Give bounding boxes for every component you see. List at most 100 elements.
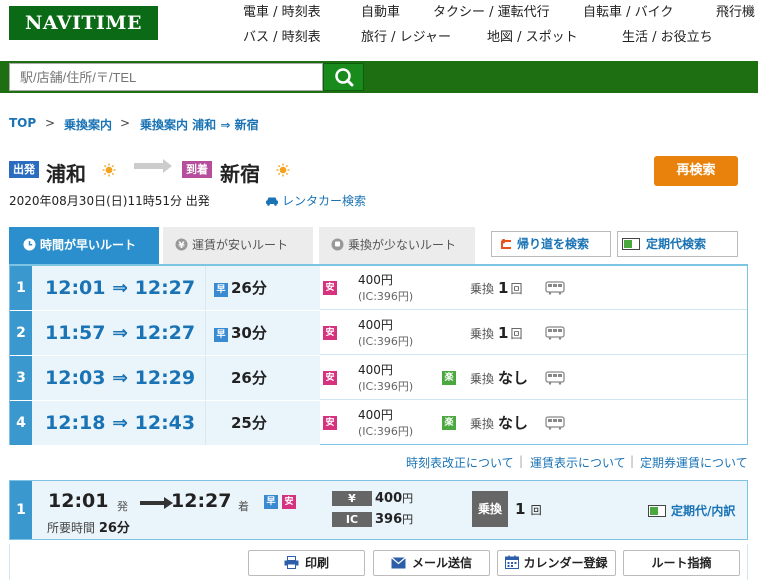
tab-cheapest-label: 運賃が安いルート — [192, 238, 289, 252]
svg-text:¥: ¥ — [178, 241, 185, 251]
send-mail-button[interactable]: メール送信 — [373, 550, 490, 576]
route-number: 1 — [10, 266, 32, 310]
required-time-label: 所要時間 — [47, 521, 96, 535]
send-mail-label: メール送信 — [411, 556, 472, 570]
breadcrumb-transfer[interactable]: 乗換案内 — [64, 116, 112, 133]
clock-icon — [23, 238, 36, 251]
cheap-badge: 安 — [323, 416, 337, 430]
train-car-icon — [545, 326, 565, 340]
navitime-logo[interactable]: NAVITIME — [9, 6, 158, 40]
nav-taxi[interactable]: タクシー / 運転代行 — [433, 5, 550, 21]
train-icon — [331, 238, 344, 251]
route-row[interactable]: 1 12:01 ⇒ 12:27 早 26分 安 400円 (IC:396円) 乗換 1… — [10, 266, 747, 310]
departure-station: 浦和 — [46, 162, 86, 186]
rental-car-link[interactable]: レンタカー検索 — [265, 192, 366, 209]
commuter-pass-label: 定期代検索 — [646, 237, 707, 251]
search-input[interactable] — [9, 63, 323, 91]
yen-icon: ¥ — [175, 238, 188, 251]
ic-fare-value: 396 — [375, 512, 403, 527]
easy-badge: 楽 — [442, 371, 456, 385]
tab-fastest[interactable]: 時間が早いルート — [9, 227, 159, 264]
tab-fewest-label: 乗換が少ないルート — [348, 238, 457, 252]
timetable-revision-link[interactable]: 時刻表改正について — [406, 454, 514, 471]
site-header: NAVITIME 電車 / 時刻表 自動車 タクシー / 運転代行 自転車 / … — [0, 0, 758, 58]
breadcrumb-separator: > — [45, 116, 56, 130]
arrival-station: 新宿 — [220, 162, 260, 186]
route-ic-fare: (IC:396円) — [358, 290, 414, 303]
selected-arrival-time: 12:27 — [171, 490, 232, 512]
route-duration-cell: 早 26分 — [205, 266, 320, 310]
return-route-label: 帰り道を検索 — [517, 237, 590, 251]
commuter-fare-link[interactable]: 定期券運賃について — [640, 454, 748, 471]
nav-life[interactable]: 生活 / お役立ち — [622, 30, 713, 46]
departure-suffix: 発 — [117, 500, 128, 513]
report-route-button[interactable]: ルート指摘 — [623, 550, 740, 576]
easy-badge: 楽 — [442, 416, 456, 430]
transfer-count: 1 回 — [515, 500, 542, 518]
rental-car-label: レンタカー検索 — [282, 194, 367, 208]
commuter-pass-button[interactable]: 定期代検索 — [617, 231, 738, 257]
search-button[interactable] — [323, 63, 364, 91]
route-transfers: 乗換 1 回 — [470, 266, 522, 310]
route-row[interactable]: 3 12:03 ⇒ 12:29 26分 安 400円 (IC:396円) 楽 乗換… — [10, 356, 747, 400]
nav-bicycle[interactable]: 自転車 / バイク — [583, 5, 673, 21]
nav-train[interactable]: 電車 / 時刻表 — [243, 5, 321, 21]
notes-separator: | — [519, 454, 524, 468]
route-ic-fare: (IC:396円) — [358, 425, 414, 438]
tab-cheapest[interactable]: ¥ 運賃が安いルート — [163, 227, 313, 264]
return-route-button[interactable]: 帰り道を検索 — [491, 231, 611, 257]
route-fare-value: 400円 — [358, 408, 393, 422]
printer-icon — [284, 556, 299, 569]
yen-fare-unit: 円 — [402, 492, 414, 505]
transfer-label: 乗換 — [470, 417, 495, 431]
route-ic-fare: (IC:396円) — [358, 380, 414, 393]
route-time[interactable]: 11:57 ⇒ 12:27 — [32, 311, 205, 355]
transfer-count: 1 — [498, 324, 509, 342]
tab-fewest-transfers[interactable]: 乗換が少ないルート — [319, 227, 475, 264]
tab-fastest-label: 時間が早いルート — [40, 238, 137, 252]
route-time[interactable]: 12:03 ⇒ 12:29 — [32, 356, 205, 400]
arrival-suffix: 着 — [238, 500, 249, 513]
nav-car[interactable]: 自動車 — [361, 5, 400, 21]
cheap-badge: 安 — [323, 281, 337, 295]
nav-airplane[interactable]: 飛行機 — [716, 5, 755, 21]
route-time[interactable]: 12:01 ⇒ 12:27 — [32, 266, 205, 310]
route-ic-fare: (IC:396円) — [358, 335, 414, 348]
sun-icon — [276, 163, 290, 177]
transfer-label: 乗換 — [470, 282, 495, 296]
route-time[interactable]: 12:18 ⇒ 12:43 — [32, 401, 205, 445]
route-fare: 400円 (IC:396円) — [358, 407, 413, 440]
ic-fare: 396円 — [375, 511, 413, 527]
transfer-count-unit: 回 — [530, 504, 542, 517]
selected-departure-time: 12:01 — [48, 490, 109, 512]
route-fare-value: 400円 — [358, 318, 393, 332]
departure-tag: 出発 — [9, 161, 39, 178]
search-datetime: 2020年08月30日(日)11時51分 出発 — [9, 194, 210, 208]
route-fare: 400円 (IC:396円) — [358, 317, 413, 350]
calendar-register-button[interactable]: カレンダー登録 — [497, 550, 616, 576]
transfer-label-box: 乗換 — [472, 491, 508, 527]
transfer-unit: 回 — [510, 327, 523, 341]
fast-badge: 早 — [264, 495, 278, 509]
nav-travel[interactable]: 旅行 / レジャー — [361, 30, 451, 46]
breadcrumb-top[interactable]: TOP — [9, 116, 36, 130]
route-row[interactable]: 2 11:57 ⇒ 12:27 早 30分 安 400円 (IC:396円) 乗換 1… — [10, 311, 747, 355]
nav-map[interactable]: 地図 / スポット — [487, 30, 578, 46]
fast-badge: 早 — [214, 283, 228, 297]
route-fare: 400円 (IC:396円) — [358, 362, 413, 395]
car-icon — [266, 197, 278, 206]
required-time-value: 26分 — [98, 521, 130, 536]
print-label: 印刷 — [304, 556, 329, 570]
arrival-tag: 到着 — [182, 161, 212, 178]
route-row[interactable]: 4 12:18 ⇒ 12:43 25分 安 400円 (IC:396円) 楽 乗換… — [10, 401, 747, 445]
research-button[interactable]: 再検索 — [654, 156, 738, 186]
train-car-icon — [545, 371, 565, 385]
breadcrumb-current[interactable]: 乗換案内 浦和 ⇒ 新宿 — [140, 116, 259, 133]
notes-separator: | — [630, 454, 635, 468]
nav-bus[interactable]: バス / 時刻表 — [243, 30, 321, 46]
print-button[interactable]: 印刷 — [248, 550, 365, 576]
fare-display-link[interactable]: 運賃表示について — [530, 454, 626, 471]
arrow-icon — [140, 497, 173, 509]
route-arrow-icon — [134, 159, 172, 173]
commuter-fare-detail-link[interactable]: 定期代/内訳 — [648, 502, 735, 519]
